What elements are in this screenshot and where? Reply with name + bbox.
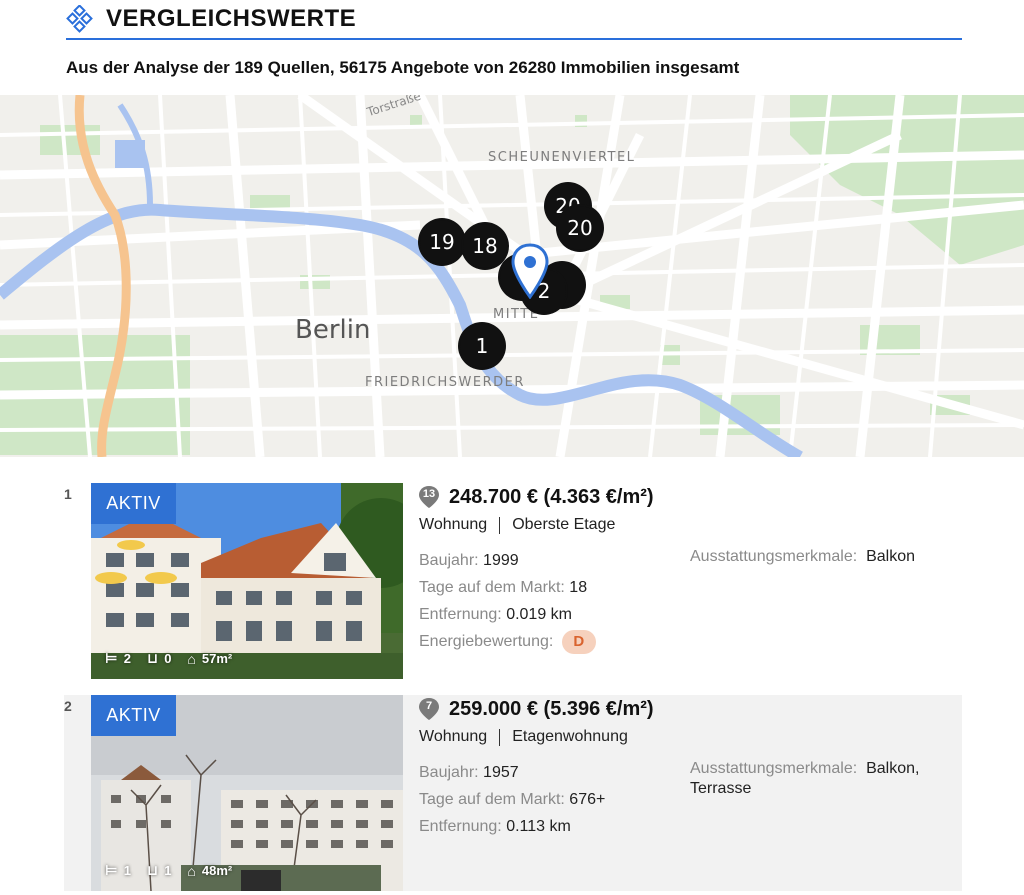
features-value: Balkon, xyxy=(866,760,920,777)
comparison-map[interactable]: Torstraße SCHEUNENVIERTEL Berlin MITTE F… xyxy=(0,95,1024,457)
property-subtype: Oberste Etage xyxy=(512,516,616,533)
listing-features: Ausstattungsmerkmale: Balkon, Terrasse xyxy=(690,759,970,799)
map-cluster-marker[interactable]: 19 xyxy=(420,220,464,264)
listing-facts: Baujahr: 1999 Tage auf dem Markt: 18 Ent… xyxy=(419,547,596,655)
map-city-label: Berlin xyxy=(295,315,371,345)
listing-number: 2 xyxy=(64,698,72,714)
fact-value: 18 xyxy=(569,579,588,596)
analysis-summary: Aus der Analyse der 189 Quellen, 56175 A… xyxy=(66,58,740,77)
area-icon: ⌂ xyxy=(187,650,196,667)
listing-price: 248.700 € (4.363 €/m²) xyxy=(449,485,654,508)
fact-label: Baujahr: xyxy=(419,552,479,569)
features-label: Ausstattungsmerkmale: xyxy=(690,760,858,777)
fact-label: Energiebewertung: xyxy=(419,633,554,650)
listing-photo[interactable]: AKTIV ⊨ 1 ⊔ 1 ⌂ 48m² xyxy=(91,695,403,891)
rank-marker-icon: 7 xyxy=(419,698,439,720)
map-cluster-marker[interactable]: 1 xyxy=(460,324,504,368)
baths-count: 0 xyxy=(164,651,172,666)
bathtub-icon: ⊔ xyxy=(147,862,159,878)
features-value: Terrasse xyxy=(690,780,752,797)
fact-value: 0.019 km xyxy=(506,606,572,623)
status-badge: AKTIV xyxy=(91,483,176,524)
area-value: 57m² xyxy=(201,651,233,666)
listing-photo[interactable]: AKTIV ⊨ 2 ⊔ 0 ⌂ 57m² xyxy=(91,483,403,679)
fact-value: 0.113 km xyxy=(506,818,571,835)
features-label: Ausstattungsmerkmale: xyxy=(690,548,858,565)
fact-value: 1999 xyxy=(483,552,519,569)
property-subtype: Etagenwohnung xyxy=(512,728,628,745)
property-type: Wohnung xyxy=(419,516,488,533)
listing-info: 7 259.000 € (5.396 €/m²) Wohnung Etagenw… xyxy=(419,695,959,835)
property-type: Wohnung xyxy=(419,728,488,745)
rank-marker-icon: 13 xyxy=(419,486,439,508)
map-cluster-marker[interactable]: 18 xyxy=(463,224,507,268)
map-district-scheunenviertel: SCHEUNENVIERTEL xyxy=(488,150,636,165)
baths-count: 1 xyxy=(164,863,172,878)
rank-number: 13 xyxy=(422,488,436,500)
fact-value: 676+ xyxy=(569,791,606,808)
rooms-count: 2 xyxy=(123,651,132,666)
listing-number: 1 xyxy=(64,486,72,502)
status-badge: AKTIV xyxy=(91,695,176,736)
area-icon: ⌂ xyxy=(187,862,196,879)
bed-icon: ⊨ xyxy=(105,862,118,878)
listing-card[interactable]: 1 AKTIV ⊨ 2 ⊔ 0 ⌂ 57m² 13 248.700 € (4.3… xyxy=(64,483,962,679)
listing-info: 13 248.700 € (4.363 €/m²) Wohnung Oberst… xyxy=(419,483,959,654)
listing-price: 259.000 € (5.396 €/m²) xyxy=(449,697,654,720)
diamond-cluster-icon xyxy=(66,5,93,33)
area-value: 48m² xyxy=(201,863,233,878)
bathtub-icon: ⊔ xyxy=(147,650,159,666)
map-district-friedrichswerder: FRIEDRICHSWERDER xyxy=(365,375,525,390)
photo-stats: ⊨ 2 ⊔ 0 ⌂ 57m² xyxy=(105,650,232,667)
fact-label: Tage auf dem Markt: xyxy=(419,791,565,808)
fact-label: Tage auf dem Markt: xyxy=(419,579,565,596)
fact-label: Baujahr: xyxy=(419,764,479,781)
bed-icon: ⊨ xyxy=(105,650,118,666)
location-pin-icon[interactable] xyxy=(510,243,550,299)
listing-facts: Baujahr: 1957 Tage auf dem Markt: 676+ E… xyxy=(419,759,605,840)
photo-stats: ⊨ 1 ⊔ 1 ⌂ 48m² xyxy=(105,862,232,879)
features-value: Balkon xyxy=(866,548,915,565)
fact-label: Entfernung: xyxy=(419,818,502,835)
section-title: VERGLEICHSWERTE xyxy=(106,5,357,32)
section-header: VERGLEICHSWERTE xyxy=(66,0,962,40)
fact-value: 1957 xyxy=(483,764,519,781)
map-cluster-marker[interactable]: 20 xyxy=(558,206,602,250)
rank-number: 7 xyxy=(425,700,433,712)
energy-rating-badge: D xyxy=(561,629,596,654)
fact-label: Entfernung: xyxy=(419,606,502,623)
listing-card[interactable]: 2 AKTIV ⊨ 1 ⊔ 1 ⌂ 48m² 7 259.000 € (5.39… xyxy=(64,695,962,891)
listing-features: Ausstattungsmerkmale: Balkon xyxy=(690,547,970,567)
rooms-count: 1 xyxy=(123,863,132,878)
